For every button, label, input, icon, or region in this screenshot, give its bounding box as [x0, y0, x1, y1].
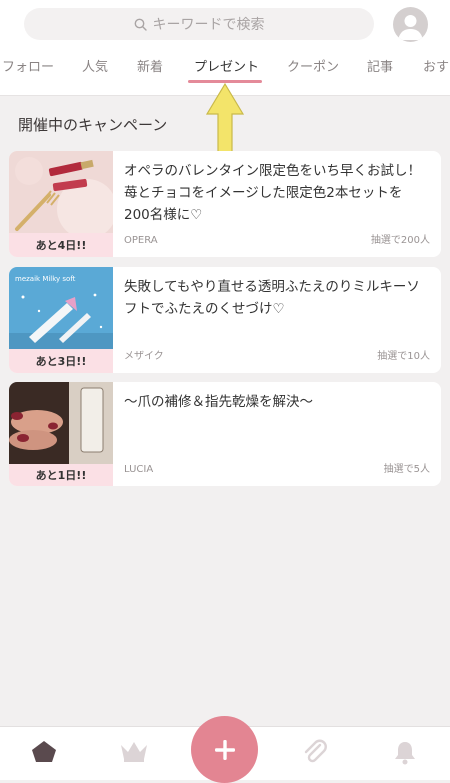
campaign-brand: LUCIA: [124, 464, 154, 475]
campaign-brand: メザイク: [124, 351, 164, 362]
campaign-image: [9, 382, 113, 464]
search-placeholder: キーワードで検索: [152, 17, 265, 33]
bell-icon[interactable]: [392, 739, 418, 765]
home-icon[interactable]: [31, 739, 57, 763]
crown-icon[interactable]: [119, 739, 149, 763]
tab-coupon[interactable]: クーポン: [287, 58, 339, 78]
tab-popular[interactable]: 人気: [82, 58, 108, 78]
tab-recommended[interactable]: おすす: [423, 58, 450, 78]
campaign-brand: OPERA: [124, 235, 158, 246]
add-button[interactable]: [191, 716, 258, 783]
campaign-winners: 抽選で10人: [377, 351, 430, 362]
campaign-image-text: mezaik Milky soft: [15, 275, 76, 283]
clip-icon[interactable]: [302, 739, 328, 765]
campaign-winners: 抽選で5人: [383, 464, 430, 475]
campaign-title: 失敗してもやり直せる透明ふたえのりミルキーソフトでふたえのくせづけ♡: [124, 279, 420, 317]
days-left-badge: あと1日!!: [9, 464, 113, 486]
days-left-badge: あと3日!!: [9, 349, 113, 373]
tab-new[interactable]: 新着: [137, 58, 163, 78]
campaign-title: オペラのバレンタイン限定色をいち早くお試し！苺とチョコをイメージした限定色2本セ…: [124, 163, 421, 223]
campaign-title: 〜爪の補修＆指先乾燥を解決〜: [124, 394, 313, 410]
add-icon: [214, 739, 235, 760]
search-bar[interactable]: キーワードで検索: [24, 8, 374, 40]
campaign-card[interactable]: あと1日!! 〜爪の補修＆指先乾燥を解決〜 LUCIA 抽選で5人: [9, 382, 441, 486]
avatar[interactable]: [393, 7, 428, 42]
campaign-card[interactable]: mezaik Milky soft あと3日!! 失敗してもやり直せる透明ふたえ…: [9, 267, 441, 373]
campaign-image: [9, 151, 113, 233]
campaign-image: mezaik Milky soft: [9, 267, 113, 349]
tab-follow[interactable]: フォロー: [2, 58, 54, 78]
days-left-badge: あと4日!!: [9, 233, 113, 257]
section-title: 開催中のキャンペーン: [18, 116, 168, 134]
campaign-card[interactable]: あと4日!! オペラのバレンタイン限定色をいち早くお試し！苺とチョコをイメージし…: [9, 151, 441, 257]
tab-articles[interactable]: 記事: [367, 58, 393, 78]
campaign-winners: 抽選で200人: [370, 235, 430, 246]
search-icon: [134, 18, 147, 31]
tab-present[interactable]: プレゼント: [194, 58, 259, 78]
